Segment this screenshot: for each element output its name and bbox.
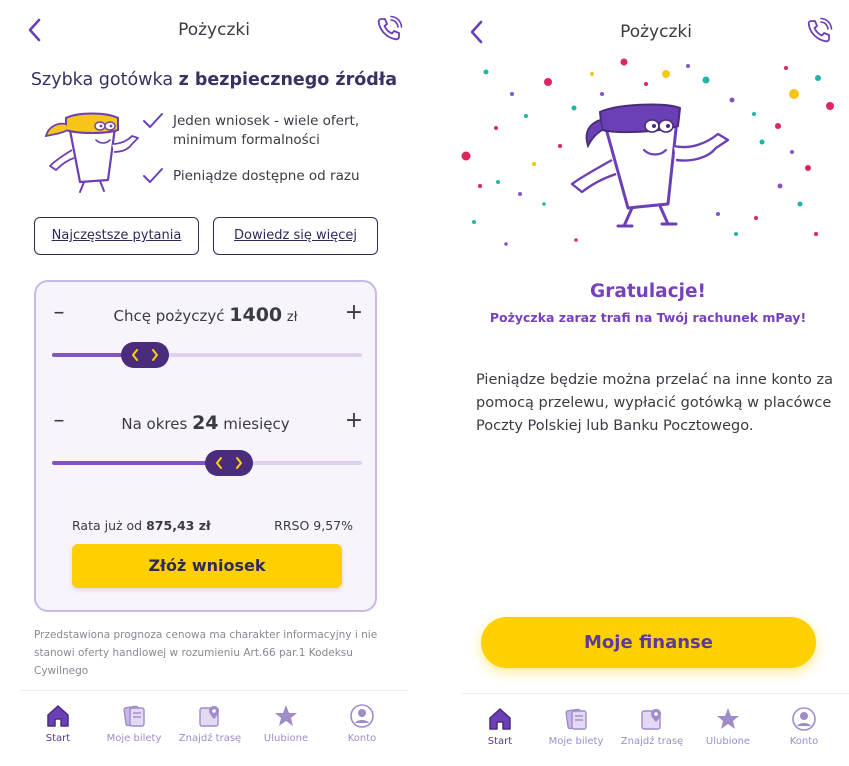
congratulations-heading: Gratulacje!: [590, 281, 706, 302]
nav-label: Moje bilety: [548, 736, 604, 747]
nav-item-tickets[interactable]: Moje bilety: [96, 691, 172, 751]
tagline-bold: z bezpiecznego źródła: [178, 70, 398, 90]
transfer-info-text: Pieniądze będzie można przelać na inne k…: [476, 372, 834, 434]
installment-prefix: Rata już od: [72, 518, 143, 533]
installment-value: 875,43 zł: [146, 518, 211, 533]
page-title: Pożyczki: [620, 22, 692, 42]
amount-value: 1400: [229, 304, 283, 326]
feature-item: Jeden wniosek - wiele ofert, minimum for…: [142, 112, 382, 150]
nav-item-favorites[interactable]: Ulubione: [248, 691, 324, 751]
period-label: Na okres 24 miesięcy: [36, 412, 375, 434]
nav-item-favorites[interactable]: Ulubione: [690, 694, 766, 754]
period-slider[interactable]: [52, 450, 362, 476]
nav-label: Ulubione: [705, 736, 751, 747]
nav-item-route[interactable]: Znajdź trasę: [172, 691, 248, 751]
nav-item-start[interactable]: Start: [462, 694, 538, 754]
phone-icon[interactable]: [804, 16, 834, 46]
nav-label: Znajdź trasę: [178, 733, 242, 744]
feature-text: Jeden wniosek - wiele ofert, minimum for…: [173, 113, 360, 148]
nav-item-start[interactable]: Start: [20, 691, 96, 751]
loan-success-screen: Pożyczki Gratulacje! Pożyczka zaraz traf…: [456, 0, 849, 766]
nav-label: Start: [45, 733, 71, 744]
mascot-illustration: [44, 112, 139, 193]
rrso-value: RRSO 9,57%: [274, 518, 353, 533]
disclaimer-text: Przedstawiona prognoza cenowa ma charakt…: [34, 629, 378, 677]
amount-prefix: Chcę pożyczyć: [113, 307, 225, 325]
nav-item-account[interactable]: Konto: [324, 691, 400, 751]
tickets-icon: [565, 708, 587, 730]
header: Pożyczki: [14, 10, 414, 50]
period-increase-button[interactable]: +: [341, 408, 367, 434]
account-icon: [792, 707, 816, 731]
amount-label: Chcę pożyczyć 1400 zł: [36, 304, 375, 326]
arrows-left-right-icon: [216, 457, 242, 469]
period-unit: miesięcy: [223, 415, 290, 433]
home-icon: [489, 708, 511, 730]
period-prefix: Na okres: [121, 415, 188, 433]
header: Pożyczki: [456, 12, 849, 52]
celebration-illustration: [461, 58, 834, 246]
nav-item-tickets[interactable]: Moje bilety: [538, 694, 614, 754]
phone-icon[interactable]: [374, 14, 404, 44]
period-slider-fill: [52, 461, 229, 465]
feature-text: Pieniądze dostępne od razu: [173, 168, 360, 184]
faq-button[interactable]: Najczęstsze pytania: [34, 217, 199, 255]
map-pin-icon: [641, 709, 661, 730]
account-icon: [350, 704, 374, 728]
tickets-icon: [123, 705, 145, 727]
period-row: – Na okres 24 miesięcy +: [36, 406, 375, 436]
period-value: 24: [192, 412, 219, 434]
nav-item-route[interactable]: Znajdź trasę: [614, 694, 690, 754]
period-slider-handle[interactable]: [205, 450, 253, 476]
amount-slider-handle[interactable]: [121, 342, 169, 368]
nav-label: Znajdź trasę: [620, 736, 684, 747]
map-pin-icon: [199, 706, 219, 727]
star-icon: [275, 705, 297, 726]
nav-label: Moje bilety: [106, 733, 162, 744]
feature-item: Pieniądze dostępne od razu: [142, 167, 382, 186]
amount-increase-button[interactable]: +: [341, 300, 367, 326]
mascot-figure: [570, 103, 730, 228]
congratulations-subtitle: Pożyczka zaraz trafi na Twój rachunek mP…: [489, 310, 807, 325]
tagline: Szybka gotówka z bezpiecznego źródła: [14, 70, 414, 90]
amount-unit: zł: [286, 310, 298, 325]
home-icon: [47, 705, 69, 727]
bottom-navigation: Start Moje bilety Znajdź trasę Ulubione …: [462, 693, 849, 759]
checkmark-icon: [143, 113, 163, 128]
page-title: Pożyczki: [178, 20, 250, 40]
submit-application-button[interactable]: Złóż wniosek: [72, 544, 342, 588]
tagline-prefix: Szybka gotówka: [30, 70, 174, 90]
arrows-left-right-icon: [132, 349, 158, 361]
star-icon: [717, 708, 739, 729]
amount-row: – Chcę pożyczyć 1400 zł +: [36, 298, 375, 328]
nav-label: Ulubione: [263, 733, 309, 744]
amount-slider[interactable]: [52, 342, 362, 368]
nav-label: Konto: [347, 733, 377, 744]
loan-calculator-card: – Chcę pożyczyć 1400 zł + – Na okres 24 …: [34, 280, 377, 612]
checkmark-icon: [143, 168, 163, 183]
loan-calculator-screen: Pożyczki Szybka gotówka z bezpiecznego ź…: [14, 0, 414, 766]
my-finances-button[interactable]: Moje finanse: [481, 617, 816, 668]
nav-item-account[interactable]: Konto: [766, 694, 842, 754]
nav-label: Konto: [789, 736, 819, 747]
learn-more-button[interactable]: Dowiedz się więcej: [213, 217, 378, 255]
nav-label: Start: [487, 736, 513, 747]
installment-info: Rata już od 875,43 zł RRSO 9,57%: [72, 518, 353, 533]
bottom-navigation: Start Moje bilety Znajdź trasę Ulubione …: [20, 690, 408, 756]
